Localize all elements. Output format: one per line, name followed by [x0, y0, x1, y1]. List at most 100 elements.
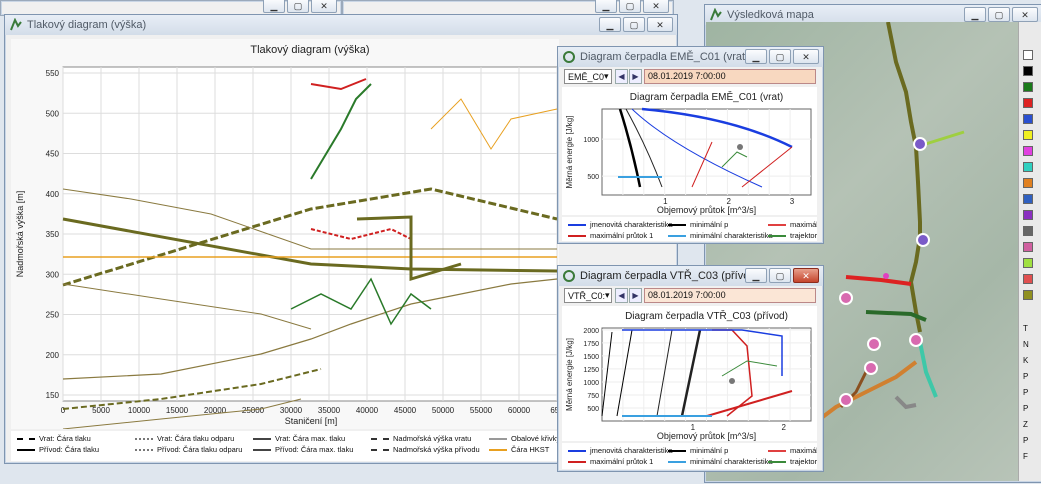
legend-label: Vrat: Čára tlaku — [39, 434, 91, 443]
close-button[interactable]: ✕ — [643, 0, 669, 13]
x-tick-label: 10000 — [128, 406, 151, 415]
next-time-button[interactable]: ▶ — [629, 69, 642, 84]
chart-title: Diagram čerpadla EMĚ_C01 (vrat) — [630, 90, 783, 103]
x-tick-label: 60000 — [508, 406, 531, 415]
layer-swatch[interactable] — [1023, 82, 1033, 92]
prev-time-button[interactable]: ◀ — [615, 288, 628, 303]
side-letter[interactable]: P — [1023, 388, 1028, 397]
layer-swatch[interactable] — [1023, 130, 1033, 140]
pressure-chart-area[interactable]: Tlakový diagram (výška) 0 5000 10000 15000 20… — [11, 39, 564, 430]
y-tick-label: 400 — [46, 190, 60, 199]
pump2-chart-area[interactable]: Diagram čerpadla VTŘ_C03 (přívod) 1 2 2000 1… — [562, 306, 817, 441]
minimize-button[interactable]: ▁ — [599, 17, 621, 32]
legend-label: minimální p — [690, 220, 729, 229]
y-tick-label: 250 — [46, 311, 60, 320]
maximize-button[interactable]: ▢ — [769, 49, 791, 64]
minimize-button[interactable]: ▁ — [595, 0, 617, 13]
layer-swatch[interactable] — [1023, 258, 1033, 268]
y-tick-label: 1750 — [583, 341, 599, 348]
pump1-date-field[interactable]: 08.01.2019 7:00:00 — [644, 69, 816, 84]
x-axis-label: Objemový průtok [m^3/s] — [657, 431, 756, 441]
side-letter[interactable]: T — [1023, 324, 1028, 333]
pump1-select[interactable]: EMĚ_C0 ▾ — [564, 69, 612, 84]
side-letter[interactable]: N — [1023, 340, 1029, 349]
pump1-chart-area[interactable]: Diagram čerpadla EMĚ_C01 (vrat) 1 2 3 1000 50… — [562, 87, 817, 215]
layer-swatch[interactable] — [1023, 98, 1033, 108]
maximize-button[interactable]: ▢ — [988, 7, 1010, 22]
layer-swatch[interactable] — [1023, 242, 1033, 252]
legend-label: Nadmořská výška vratu — [393, 434, 472, 443]
x-tick-label: 30000 — [280, 406, 303, 415]
side-letter[interactable]: P — [1023, 404, 1028, 413]
pump2-legend: jmenovitá charakteristika maximální průto… — [562, 443, 817, 469]
y-tick-label: 750 — [587, 393, 599, 400]
prev-time-button[interactable]: ◀ — [615, 69, 628, 84]
layer-swatch[interactable] — [1023, 210, 1033, 220]
minimize-button[interactable]: ▁ — [745, 49, 767, 64]
pump2-window: Diagram čerpadla VTŘ_C03 (přívod) ▁ ▢ ✕ VT… — [557, 265, 824, 472]
layer-swatch[interactable] — [1023, 50, 1033, 60]
maximize-button[interactable]: ▢ — [619, 0, 641, 13]
pump1-window-title: Diagram čerpadla EMĚ_C01 (vrat) — [580, 51, 749, 63]
legend-swatch — [568, 234, 586, 237]
layer-swatch[interactable] — [1023, 226, 1033, 236]
side-letter[interactable]: Z — [1023, 420, 1028, 429]
pressure-legend: Vrat: Čára tlaku Přívod: Čára tlaku Vrat: … — [11, 431, 560, 461]
legend-label: Přívod: Čára tlaku odparu — [157, 445, 243, 454]
layer-swatch[interactable] — [1023, 146, 1033, 156]
pump-app-icon — [563, 270, 575, 282]
pressure-chart: Tlakový diagram (výška) 0 5000 10000 15000 20… — [15, 44, 564, 430]
side-letter[interactable]: K — [1023, 356, 1028, 365]
pressure-window-title: Tlakový diagram (výška) — [27, 19, 147, 31]
pressure-titlebar[interactable]: Tlakový diagram (výška) ▁ ▢ ✕ — [5, 15, 677, 35]
layer-swatch[interactable] — [1023, 66, 1033, 76]
minimize-button[interactable]: ▁ — [964, 7, 986, 22]
legend-label: Přívod: Čára tlaku — [39, 445, 100, 454]
side-letter[interactable]: P — [1023, 436, 1028, 445]
legend-swatch — [668, 223, 686, 226]
close-button[interactable]: ✕ — [793, 268, 819, 283]
legend-label: maximální průtok 2 — [790, 220, 817, 229]
legend-swatch — [568, 223, 586, 226]
y-tick-label: 200 — [46, 351, 60, 360]
pump2-titlebar[interactable]: Diagram čerpadla VTŘ_C03 (přívod) ▁ ▢ ✕ — [558, 266, 823, 286]
next-time-button[interactable]: ▶ — [629, 288, 642, 303]
pump1-legend: jmenovitá charakteristika maximální průto… — [562, 217, 817, 241]
layer-swatch[interactable] — [1023, 114, 1033, 124]
y-axis-label: Měrná energie [J/kg] — [565, 116, 574, 189]
minimize-button[interactable]: ▁ — [263, 0, 285, 13]
y-tick-label: 1000 — [583, 137, 599, 144]
pump1-titlebar[interactable]: Diagram čerpadla EMĚ_C01 (vrat) ▁ ▢ ✕ — [558, 47, 823, 67]
x-tick-label: 3 — [790, 197, 795, 206]
close-button[interactable]: ✕ — [1012, 7, 1038, 22]
minimize-button[interactable]: ▁ — [745, 268, 767, 283]
side-letter[interactable]: P — [1023, 372, 1028, 381]
legend-swatch — [253, 437, 271, 440]
legend-swatch — [568, 460, 586, 463]
chevron-down-icon: ▾ — [604, 71, 609, 81]
y-tick-label: 500 — [46, 109, 60, 118]
layer-swatch[interactable] — [1023, 162, 1033, 172]
close-button[interactable]: ✕ — [647, 17, 673, 32]
y-tick-label: 2000 — [583, 328, 599, 335]
pump2-date-field[interactable]: 08.01.2019 7:00:00 — [644, 288, 816, 303]
close-button[interactable]: ✕ — [311, 0, 337, 13]
x-tick-label: 50000 — [432, 406, 455, 415]
legend-swatch — [371, 437, 389, 440]
legend-entry: Vrat: Čára tlaku — [17, 434, 91, 443]
pump1-select-value: EMĚ_C0 — [568, 71, 605, 82]
layer-swatch[interactable] — [1023, 290, 1033, 300]
maximize-button[interactable]: ▢ — [623, 17, 645, 32]
layer-swatch[interactable] — [1023, 178, 1033, 188]
legend-entry: jmenovitá charakteristika — [568, 446, 673, 455]
layer-swatch[interactable] — [1023, 194, 1033, 204]
maximize-button[interactable]: ▢ — [287, 0, 309, 13]
layer-swatch[interactable] — [1023, 274, 1033, 284]
side-letter[interactable]: F — [1023, 452, 1028, 461]
legend-entry: Přívod: Čára tlaku — [17, 445, 99, 454]
pump2-select[interactable]: VTŘ_C0: ▾ — [564, 288, 612, 303]
legend-entry: Přívod: Čára max. tlaku — [253, 445, 353, 454]
maximize-button[interactable]: ▢ — [769, 268, 791, 283]
close-button[interactable]: ✕ — [793, 49, 819, 64]
legend-entry: maximální průtok 2 — [768, 446, 817, 455]
